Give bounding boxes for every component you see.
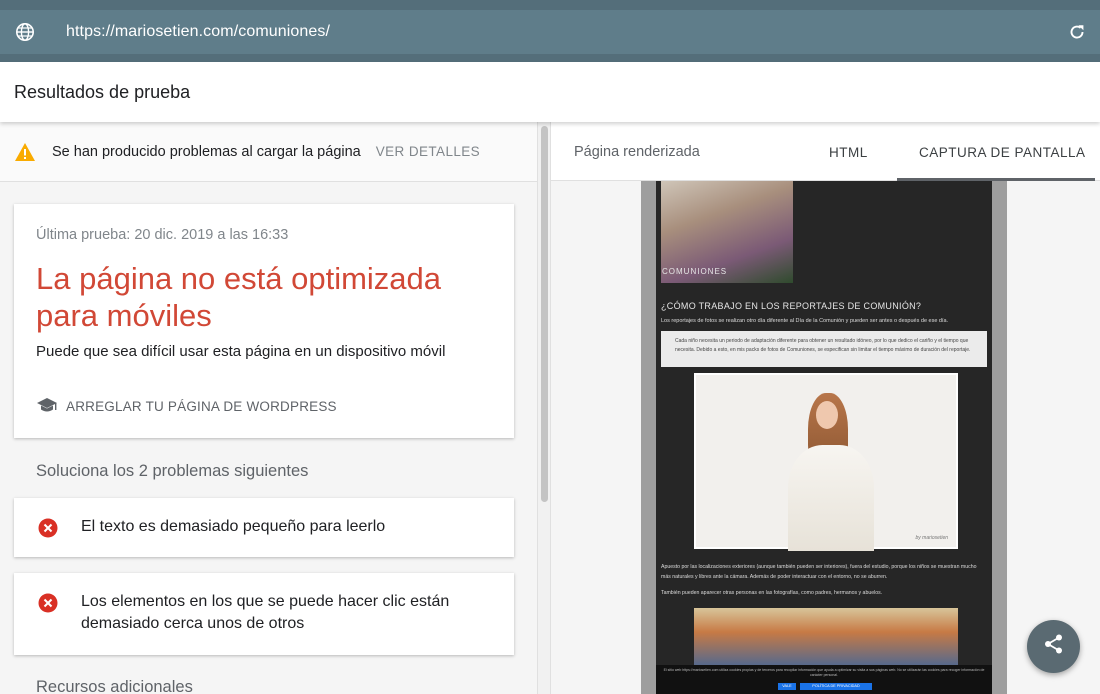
url-text[interactable]: https://mariosetien.com/comuniones/ — [66, 23, 330, 41]
view-details-link[interactable]: VER DETALLES — [376, 144, 480, 159]
verdict-card: Última prueba: 20 dic. 2019 a las 16:33 … — [14, 204, 514, 438]
rendered-page-label: Página renderizada — [574, 144, 700, 160]
verdict-subtitle: Puede que sea difícil usar esta página e… — [36, 343, 446, 360]
screenshot-quote: Cada niño necesita un periodo de adaptac… — [661, 331, 987, 367]
screenshot-quote-text: Cada niño necesita un periodo de adaptac… — [675, 338, 971, 353]
share-icon — [1043, 633, 1065, 660]
girl-face — [816, 401, 838, 429]
globe-icon — [14, 21, 36, 43]
screenshot-paragraph: También pueden aparecer otras personas e… — [661, 590, 883, 596]
screenshot-frame: COMUNIONES ¿CÓMO TRABAJO EN LOS REPORTAJ… — [641, 181, 1007, 694]
cookie-accept-button: VALE — [778, 683, 796, 690]
screenshot-heading: ¿CÓMO TRABAJO EN LOS REPORTAJES DE COMUN… — [661, 301, 922, 311]
cookie-policy-button: POLÍTICA DE PRIVACIDAD — [800, 683, 872, 690]
tab-screenshot[interactable]: CAPTURA DE PANTALLA — [919, 145, 1086, 160]
girl-dress — [788, 445, 874, 551]
warning-bar: Se han producido problemas al cargar la … — [0, 122, 537, 182]
fix-wordpress-label: ARREGLAR TU PÁGINA DE WORDPRESS — [66, 398, 337, 414]
cookie-text: El sitio web https://mariosetien.com uti… — [663, 668, 985, 677]
verdict-title: La página no está optimizada para móvile… — [36, 261, 442, 333]
page-screenshot: COMUNIONES ¿CÓMO TRABAJO EN LOS REPORTAJ… — [656, 181, 992, 694]
url-bar: https://mariosetien.com/comuniones/ — [0, 10, 1100, 54]
error-icon — [38, 518, 58, 538]
issue-card[interactable]: Los elementos en los que se puede hacer … — [14, 573, 514, 655]
browser-toolbar: https://mariosetien.com/comuniones/ — [0, 0, 1100, 62]
rendered-tabs: Página renderizada HTML CAPTURA DE PANTA… — [551, 122, 1100, 181]
share-button[interactable] — [1027, 620, 1080, 673]
results-panel: Se han producido problemas al cargar la … — [0, 122, 537, 694]
cookie-banner: El sitio web https://mariosetien.com uti… — [656, 665, 992, 694]
graduation-cap-icon — [36, 397, 58, 415]
last-test-date: Última prueba: 20 dic. 2019 a las 16:33 — [36, 227, 289, 243]
refresh-icon[interactable] — [1066, 21, 1088, 43]
issue-text: Los elementos en los que se puede hacer … — [81, 593, 450, 632]
scrollbar-thumb[interactable] — [541, 126, 548, 502]
screenshot-paragraph: Los reportajes de fotos se realizan otro… — [661, 318, 949, 324]
results-scrollbar[interactable] — [537, 122, 551, 694]
screenshot-paragraph: Apuesto por las localizaciones exteriore… — [661, 564, 977, 580]
photo-signature: by mariosetien — [915, 535, 948, 541]
issue-card[interactable]: El texto es demasiado pequeño para leerl… — [14, 498, 514, 557]
page-title: Resultados de prueba — [14, 82, 191, 102]
warning-text: Se han producido problemas al cargar la … — [52, 143, 361, 160]
warning-icon — [14, 141, 36, 163]
resources-title: Recursos adicionales — [36, 678, 193, 694]
rendered-page-panel: Página renderizada HTML CAPTURA DE PANTA… — [551, 122, 1100, 694]
issue-text: El texto es demasiado pequeño para leerl… — [81, 518, 386, 535]
problems-title: Soluciona los 2 problemas siguientes — [36, 462, 309, 480]
fix-wordpress-link[interactable]: ARREGLAR TU PÁGINA DE WORDPRESS — [36, 397, 337, 415]
girl-photo: by mariosetien — [694, 373, 958, 551]
photo-caption: COMUNIONES — [662, 267, 728, 276]
error-icon — [38, 593, 58, 613]
tab-html[interactable]: HTML — [829, 145, 868, 160]
page-header: Resultados de prueba — [0, 62, 1100, 122]
